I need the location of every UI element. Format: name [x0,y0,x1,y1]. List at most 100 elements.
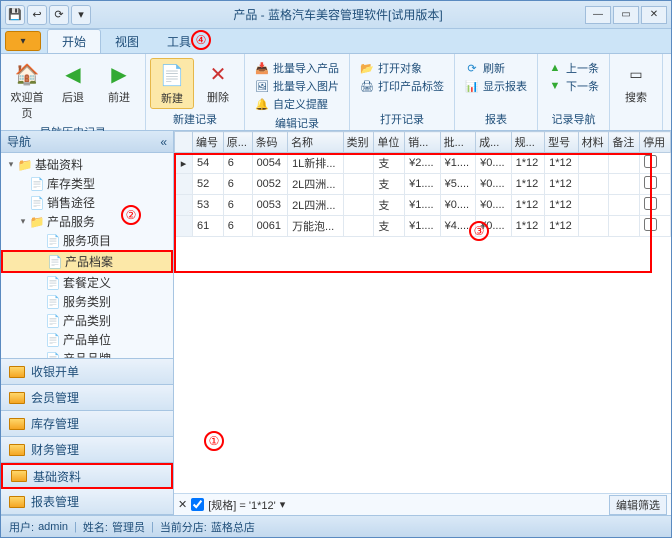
folder-icon [9,418,25,430]
chevron-left-icon[interactable]: « [160,135,167,149]
table-row[interactable]: 53600532L四洲...支¥1....¥0....¥0....1*121*1… [175,195,671,216]
qat-undo-icon[interactable]: ↩ [27,5,47,25]
ribbon: 🏠欢迎首页 ◀后退 ▶前进 导航历史记录 📄新建 ✕删除 新建记录 📥批量导入产… [1,53,671,131]
ribbon-tabs: ▾ 开始 视图 工具 ④ [1,29,671,53]
acc-finance[interactable]: 财务管理 [1,437,173,463]
folder-icon [9,366,25,378]
prev-record[interactable]: ▲上一条 [548,60,599,76]
tree-product-category[interactable]: 📄产品类别 [1,311,173,330]
column-header[interactable]: 规... [511,132,545,153]
column-header[interactable]: 备注 [609,132,640,153]
report-icon: 📊 [465,79,479,93]
column-header[interactable]: 条码 [252,132,288,153]
forward-icon: ▶ [105,60,133,88]
folder-icon [9,496,25,508]
acc-report[interactable]: 报表管理 [1,489,173,515]
search-icon: ▭ [622,60,650,88]
content-area: 编号原...条码名称类别单位销...批...成...规...型号材料备注停用▸5… [174,131,671,515]
sidebar-title: 导航« [1,131,173,153]
column-header[interactable]: 名称 [288,132,344,153]
minimize-button[interactable]: — [585,6,611,24]
tab-view[interactable]: 视图 [101,30,153,53]
column-header[interactable]: 编号 [193,132,224,153]
tree-product-brand[interactable]: 📄产品品牌 [1,349,173,358]
delete-icon: ✕ [204,60,232,88]
home-icon: 🏠 [13,60,41,88]
new-button[interactable]: 📄新建 [150,58,194,109]
image-icon: 🖼 [255,79,269,93]
next-record[interactable]: ▼下一条 [548,78,599,94]
tab-tools[interactable]: 工具 [153,30,205,53]
import-icon: 📥 [255,61,269,75]
acc-basic[interactable]: 基础资料 [1,463,173,489]
tree-stock-type[interactable]: 📄库存类型 [1,174,173,193]
qat-save-icon[interactable]: 💾 [5,5,25,25]
open-icon: 📂 [360,61,374,75]
column-header[interactable]: 类别 [343,132,374,153]
stop-checkbox[interactable] [644,197,657,210]
open-object[interactable]: 📂打开对象 [360,60,444,76]
close-button[interactable]: ✕ [641,6,667,24]
folder-icon [9,392,25,404]
acc-inventory[interactable]: 库存管理 [1,411,173,437]
alert-icon: 🔔 [255,97,269,111]
stop-checkbox[interactable] [644,155,657,168]
home-button[interactable]: 🏠欢迎首页 [5,58,49,123]
column-header[interactable]: 单位 [374,132,405,153]
tab-start[interactable]: 开始 [47,29,101,53]
batch-import-product[interactable]: 📥批量导入产品 [255,60,339,76]
tree-product-unit[interactable]: 📄产品单位 [1,330,173,349]
column-header[interactable]: 型号 [545,132,579,153]
column-header[interactable]: 成... [476,132,511,153]
maximize-button[interactable]: ▭ [613,6,639,24]
stop-checkbox[interactable] [644,176,657,189]
column-header[interactable]: 停用 [640,132,671,153]
table-row[interactable]: ▸54600541L新排...支¥2....¥1....¥0....1*121*… [175,153,671,174]
qat-refresh-icon[interactable]: ⟳ [49,5,69,25]
back-button[interactable]: ◀后退 [51,58,95,107]
tree-product-service[interactable]: ▾📁产品服务 [1,212,173,231]
print-product[interactable]: 🖨打印产品标签 [360,78,444,94]
status-bar: 用户: admin | 姓名: 管理员 | 当前分店: 蓝格总店 [1,515,671,537]
folder-icon [11,470,27,482]
sidebar: 导航« ▾📁基础资料 📄库存类型 📄销售途径 ▾📁产品服务 ② 📄服务项目 📄产… [1,131,174,515]
titlebar: 💾 ↩ ⟳ ▾ 产品 - 蓝格汽车美容管理软件[试用版本] — ▭ ✕ [1,1,671,29]
forward-button[interactable]: ▶前进 [97,58,141,107]
filter-text: [规格] = '1*12' [208,497,275,513]
refresh-link[interactable]: ⟳刷新 [465,60,527,76]
tree-service-item[interactable]: 📄服务项目 [1,231,173,250]
sidebar-accordion: 收银开单 会员管理 库存管理 财务管理 基础资料 报表管理 [1,358,173,515]
tree-service-category[interactable]: 📄服务类别 [1,292,173,311]
data-grid[interactable]: 编号原...条码名称类别单位销...批...成...规...型号材料备注停用▸5… [174,131,671,493]
acc-member[interactable]: 会员管理 [1,385,173,411]
custom-alert[interactable]: 🔔自定义提醒 [255,96,339,112]
qat-dropdown-icon[interactable]: ▾ [71,5,91,25]
show-report[interactable]: 📊显示报表 [465,78,527,94]
edit-filter-button[interactable]: 编辑筛选 [609,495,667,515]
column-header[interactable]: 销... [405,132,440,153]
filter-close-icon[interactable]: ✕ [178,498,187,511]
search-button[interactable]: ▭搜索 [614,58,658,107]
column-header[interactable]: 材料 [578,132,609,153]
folder-icon [9,444,25,456]
tree-product-file[interactable]: 📄产品档案 [1,250,173,273]
tree-root[interactable]: ▾📁基础资料 [1,155,173,174]
delete-button[interactable]: ✕删除 [196,58,240,107]
tree-set-def[interactable]: 📄套餐定义 [1,273,173,292]
stop-checkbox[interactable] [644,218,657,231]
table-row[interactable]: 52600522L四洲...支¥1....¥5....¥0....1*121*1… [175,174,671,195]
refresh-icon: ⟳ [465,61,479,75]
batch-import-image[interactable]: 🖼批量导入图片 [255,78,339,94]
print-icon: 🖨 [360,79,374,93]
new-icon: 📄 [158,61,186,89]
acc-receipt[interactable]: 收银开单 [1,359,173,385]
filter-bar: ✕ [规格] = '1*12' ▾ 编辑筛选 [174,493,671,515]
column-header[interactable]: 原... [223,132,252,153]
app-menu-button[interactable]: ▾ [5,31,41,51]
table-row[interactable]: 6160061万能泡...支¥1....¥4....¥0....1*121*12 [175,216,671,237]
column-header[interactable]: 批... [440,132,475,153]
nav-tree: ▾📁基础资料 📄库存类型 📄销售途径 ▾📁产品服务 ② 📄服务项目 📄产品档案 … [1,153,173,358]
filter-dropdown-icon[interactable]: ▾ [280,498,286,511]
filter-checkbox[interactable] [191,498,204,511]
tree-sales-route[interactable]: 📄销售途径 [1,193,173,212]
